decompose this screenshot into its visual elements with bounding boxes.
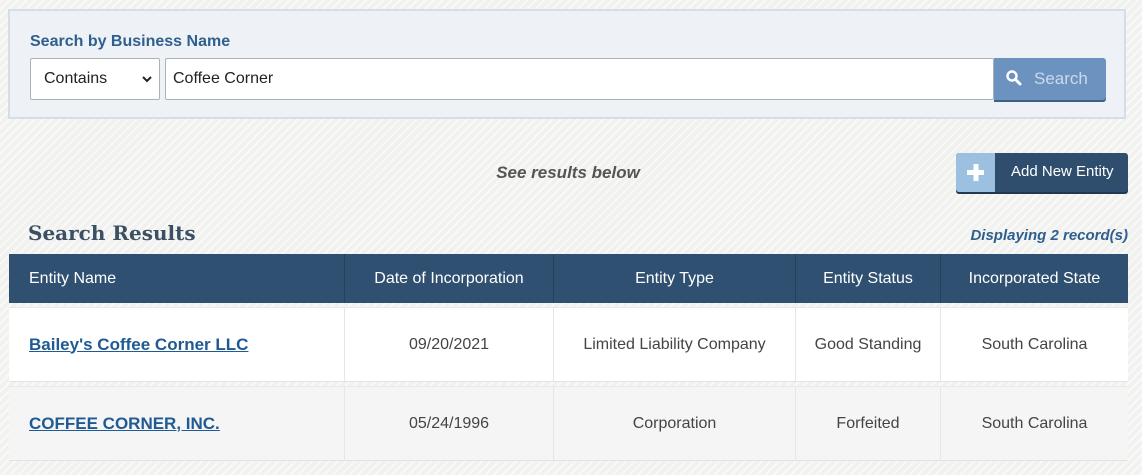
entity-name-cell: Bailey's Coffee Corner LLC bbox=[9, 307, 344, 382]
col-entity-type[interactable]: Entity Type bbox=[553, 254, 795, 303]
table-header-row: Entity Name Date of Incorporation Entity… bbox=[9, 254, 1128, 303]
plus-icon bbox=[967, 164, 984, 181]
entity-name-cell: COFFEE CORNER, INC. bbox=[9, 386, 344, 461]
col-entity-name[interactable]: Entity Name bbox=[9, 254, 344, 303]
search-label: Search by Business Name bbox=[30, 33, 231, 50]
chevron-down-icon bbox=[142, 76, 152, 83]
search-input[interactable]: Coffee Corner bbox=[165, 58, 994, 100]
status-cell: Good Standing bbox=[795, 307, 940, 382]
search-panel: Search by Business Name Contains Coffee … bbox=[8, 9, 1126, 119]
search-button-label: Search bbox=[1034, 69, 1088, 88]
table-row: COFFEE CORNER, INC. 05/24/1996 Corporati… bbox=[9, 386, 1128, 461]
add-new-entity-label: Add New Entity bbox=[1011, 163, 1114, 180]
magnifier-icon bbox=[1006, 70, 1022, 86]
search-mode-value: Contains bbox=[44, 70, 108, 87]
type-cell: Corporation bbox=[553, 386, 795, 461]
entity-name-link[interactable]: COFFEE CORNER, INC. bbox=[29, 414, 220, 433]
record-count: Displaying 2 record(s) bbox=[970, 227, 1128, 244]
search-input-value: Coffee Corner bbox=[173, 70, 274, 87]
col-entity-status[interactable]: Entity Status bbox=[795, 254, 940, 303]
search-button[interactable]: Search bbox=[994, 58, 1106, 100]
search-mode-select[interactable]: Contains bbox=[30, 58, 160, 100]
results-table: Entity Name Date of Incorporation Entity… bbox=[9, 250, 1128, 465]
col-incorporated-state[interactable]: Incorporated State bbox=[940, 254, 1128, 303]
plus-icon-box bbox=[956, 153, 995, 192]
state-cell: South Carolina bbox=[940, 386, 1128, 461]
table-row: Bailey's Coffee Corner LLC 09/20/2021 Li… bbox=[9, 307, 1128, 382]
col-date-of-incorporation[interactable]: Date of Incorporation bbox=[344, 254, 553, 303]
date-cell: 05/24/1996 bbox=[344, 386, 553, 461]
date-cell: 09/20/2021 bbox=[344, 307, 553, 382]
entity-name-link[interactable]: Bailey's Coffee Corner LLC bbox=[29, 335, 248, 354]
add-new-entity-button[interactable]: Add New Entity bbox=[956, 153, 1128, 192]
state-cell: South Carolina bbox=[940, 307, 1128, 382]
status-cell: Forfeited bbox=[795, 386, 940, 461]
results-title: Search Results bbox=[28, 221, 196, 245]
type-cell: Limited Liability Company bbox=[553, 307, 795, 382]
